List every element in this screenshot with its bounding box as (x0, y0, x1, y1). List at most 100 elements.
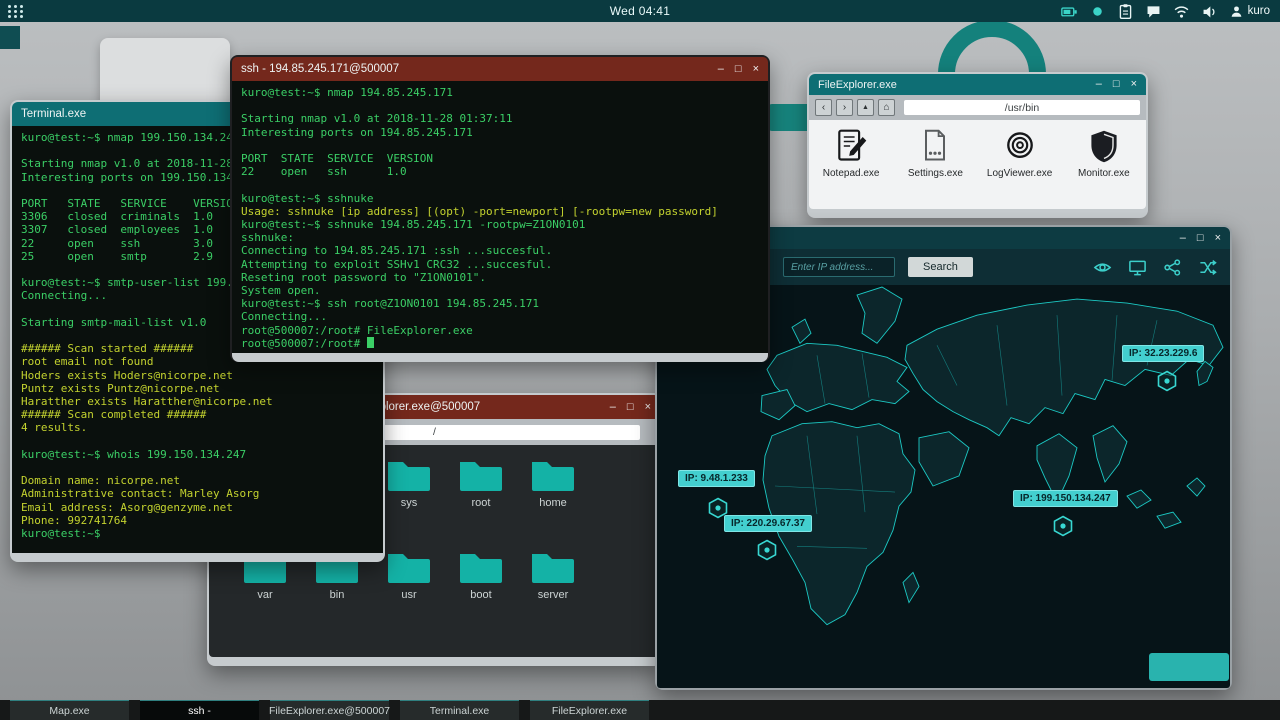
map-ip-label[interactable]: IP: 32.23.229.6 (1122, 345, 1205, 362)
folder-root[interactable]: root (445, 457, 517, 549)
folder-icon (388, 554, 430, 583)
map-ip-label[interactable]: IP: 220.29.67.37 (724, 515, 812, 532)
folder-boot[interactable]: boot (445, 549, 517, 641)
terminal-line: Starting nmap v1.0 at 2018-11-28 01:37:1… (241, 112, 513, 126)
window-ssh: ssh - 194.85.245.171@500007 – □ × kuro@tes… (230, 55, 770, 362)
user-icon (1231, 5, 1241, 17)
remote-desktop-icon[interactable] (1128, 258, 1147, 277)
taskbar-item[interactable]: Map.exe (10, 700, 129, 720)
folder-var[interactable]: var (229, 549, 301, 641)
folder-icon (532, 462, 574, 491)
folder-usr[interactable]: usr (373, 549, 445, 641)
minimize-button[interactable]: – (718, 63, 724, 75)
share-icon[interactable] (1163, 258, 1182, 277)
top-bar: Wed 04:41 kuro (0, 0, 1280, 22)
taskbar-item[interactable]: FileExplorer.exe@500007 (269, 700, 390, 720)
terminal-line: kuro@test:~$ sshnuke 194.85.245.171 -roo… (241, 218, 586, 232)
app-item-settings[interactable]: Settings.exe (897, 128, 973, 179)
close-button[interactable]: × (1131, 79, 1137, 90)
app-item-monitor[interactable]: Monitor.exe (1066, 128, 1142, 179)
settings-icon (925, 129, 946, 161)
shuffle-icon[interactable] (1198, 258, 1217, 277)
window-title: ssh - 194.85.245.171@500007 (241, 63, 400, 75)
terminal-line: 22 open ssh 1.0 (241, 165, 407, 179)
folder-label: server (537, 589, 569, 601)
taskbar-item[interactable]: ssh - (140, 700, 259, 720)
explorer-body: Notepad.exe Settings.exe LogViewer.exe M… (809, 120, 1146, 209)
minimize-button[interactable]: – (1180, 232, 1186, 244)
path-field[interactable]: /usr/bin (904, 100, 1140, 115)
titlebar[interactable]: ssh - 194.85.245.171@500007 – □ × (232, 57, 768, 81)
logviewer-icon (1006, 132, 1033, 158)
volume-icon[interactable] (1201, 3, 1218, 20)
map-ip-label[interactable]: IP: 9.48.1.233 (678, 470, 755, 487)
terminal-line: Hoders exists Hoders@nicorpe.net (21, 368, 233, 382)
folder-home[interactable]: home (517, 457, 589, 549)
folder-icon (460, 554, 502, 583)
terminal-line: PORT STATE SERVICE VERSION (241, 152, 434, 166)
terminal-line: root@500007:/root# (241, 336, 759, 350)
map-tools (1093, 258, 1217, 277)
folder-label: var (257, 589, 273, 601)
explorer-navbar: ‹ › ▲ ⌂ /usr/bin (809, 95, 1146, 120)
terminal-line: kuro@test:~$ nmap 194.85.245.171 (241, 86, 453, 99)
map-node-icon[interactable] (1156, 370, 1178, 392)
folder-bin[interactable]: bin (301, 549, 373, 641)
status-dot-icon[interactable] (1089, 3, 1106, 20)
close-button[interactable]: × (1215, 232, 1221, 244)
taskbar-item[interactable]: Terminal.exe (400, 700, 519, 720)
minimize-button[interactable]: – (1096, 79, 1102, 90)
back-button[interactable]: ‹ (815, 99, 832, 116)
forward-button[interactable]: › (836, 99, 853, 116)
close-button[interactable]: × (645, 401, 651, 413)
terminal-line: kuro@test:~$ sshnuke (241, 191, 374, 205)
ip-search-input[interactable] (783, 257, 895, 277)
folder-server[interactable]: server (517, 549, 589, 641)
taskbar-item[interactable]: FileExplorer.exe (530, 700, 649, 720)
notepad-icon (838, 129, 867, 161)
app-item-logviewer[interactable]: LogViewer.exe (982, 128, 1058, 179)
close-button[interactable]: × (753, 63, 759, 75)
monitor-shield-icon (1091, 130, 1117, 163)
folder-icon (388, 462, 430, 491)
app-label: Notepad.exe (822, 168, 880, 179)
terminal-line: sshnuke: (241, 231, 294, 245)
minimize-button[interactable]: – (610, 401, 616, 413)
search-button[interactable]: Search (908, 257, 973, 277)
terminal-line: kuro@test:~$ (21, 527, 101, 541)
app-label: Settings.exe (907, 168, 963, 179)
terminal-line: kuro@test:~$ ssh root@Z1ON0101 194.85.24… (241, 297, 540, 311)
maximize-button[interactable]: □ (735, 63, 742, 75)
wifi-icon[interactable] (1173, 3, 1190, 20)
chat-icon[interactable] (1145, 3, 1162, 20)
map-ip-label[interactable]: IP: 199.150.134.247 (1013, 490, 1118, 507)
battery-icon[interactable] (1060, 3, 1078, 20)
terminal-line: ###### Scan completed ###### (21, 408, 207, 422)
folder-label: bin (329, 589, 345, 601)
folder-icon (532, 554, 574, 583)
eye-icon[interactable] (1093, 258, 1112, 277)
terminal-line: Connecting to 194.85.245.171 :ssh ...suc… (241, 244, 553, 258)
maximize-button[interactable]: □ (627, 401, 634, 413)
map-node-icon[interactable] (1052, 515, 1074, 537)
app-item-notepad[interactable]: Notepad.exe (813, 128, 889, 179)
map-node-icon[interactable] (756, 539, 778, 561)
maximize-button[interactable]: □ (1197, 232, 1204, 244)
map-overview-button[interactable] (1149, 653, 1229, 681)
up-button[interactable]: ▲ (857, 99, 874, 116)
terminal-line: Reseting root password to "Z1ON0101". (241, 270, 487, 284)
home-button[interactable]: ⌂ (878, 99, 895, 116)
terminal-line: Domain name: nicorpe.net (21, 474, 180, 488)
app-label: Monitor.exe (1078, 168, 1130, 179)
terminal-output[interactable]: kuro@test:~$ nmap 194.85.245.171 Startin… (232, 81, 768, 353)
titlebar[interactable]: FileExplorer.exe – □ × (809, 74, 1146, 95)
folder-icon (460, 462, 502, 491)
clipboard-icon[interactable] (1117, 3, 1134, 20)
folder-label: sys (400, 497, 418, 509)
user-menu[interactable]: kuro (1229, 4, 1270, 19)
maximize-button[interactable]: □ (1113, 79, 1120, 90)
window-controls: –□ × (718, 63, 759, 75)
